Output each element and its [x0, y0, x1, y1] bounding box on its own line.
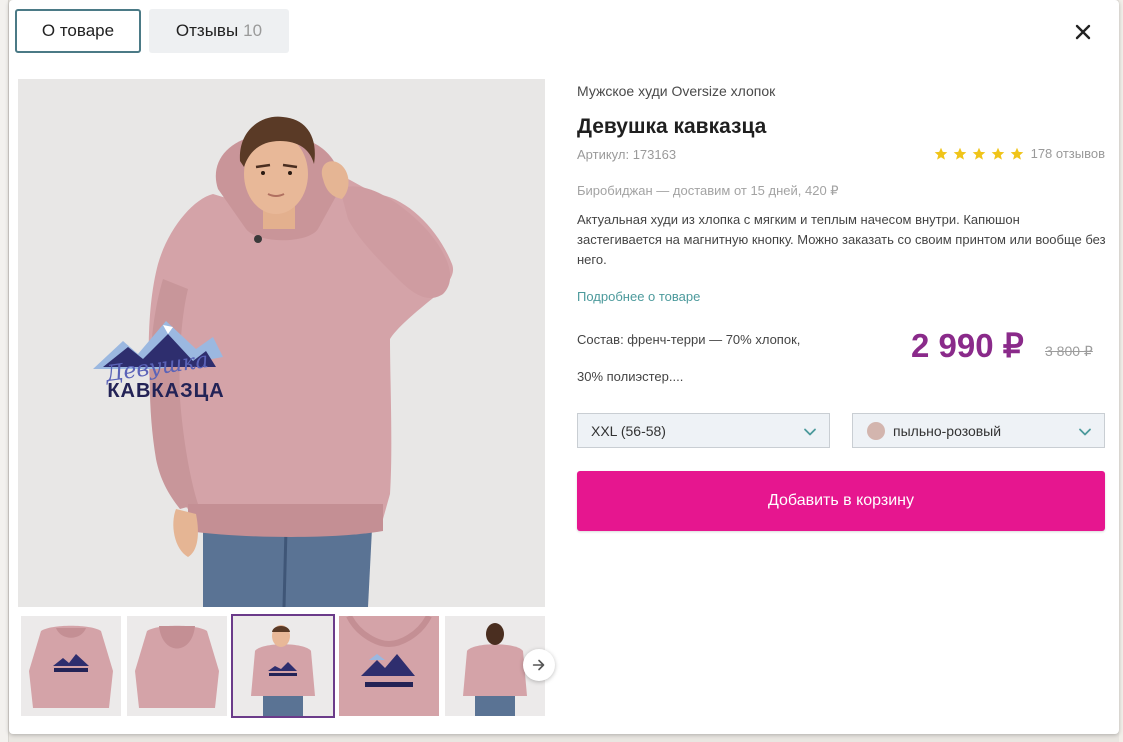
product-title: Девушка кавказца [577, 115, 767, 138]
product-category: Мужское худи Oversize хлопок [577, 83, 776, 99]
product-sku: Артикул: 173163 [577, 147, 677, 162]
product-modal: О товаре Отзывы 10 Девушка КАВКАЗЦА Мужс… [9, 0, 1119, 734]
tab-reviews[interactable]: Отзывы 10 [149, 9, 289, 53]
composition-line-2: 30% полиэстер.... [577, 369, 684, 384]
arrow-right-icon [532, 659, 545, 671]
close-button[interactable] [1073, 22, 1093, 42]
thumbnail-model[interactable] [231, 614, 335, 718]
color-select-value: пыльно-розовый [893, 422, 1002, 439]
tab-reviews-count: 10 [243, 21, 263, 40]
thumbnail-model-image [233, 616, 333, 716]
size-select[interactable]: XXL (56-58) [577, 413, 830, 448]
old-price: 3 800 ₽ [1045, 343, 1093, 359]
star-icon [934, 147, 948, 161]
thumbnail-back[interactable] [127, 616, 227, 716]
star-icon [991, 147, 1005, 161]
tab-reviews-label: Отзывы [175, 21, 239, 40]
thumbnail-front[interactable] [21, 616, 121, 716]
current-price: 2 990 ₽ [911, 327, 1024, 364]
reviews-count-link[interactable]: 178 отзывов [1031, 146, 1105, 161]
thumbnail-back-image [127, 616, 227, 716]
star-icon [972, 147, 986, 161]
background-right-edge [1119, 0, 1123, 742]
hoodie-model-photo: Девушка КАВКАЗЦА [18, 79, 545, 607]
thumbnails-next-button[interactable] [523, 649, 555, 681]
color-select[interactable]: пыльно-розовый [852, 413, 1105, 448]
background-page-strip [0, 0, 9, 742]
star-icon [1010, 147, 1024, 161]
product-rating[interactable]: 178 отзывов [934, 146, 1105, 161]
thumbnail-print-closeup-image [339, 616, 439, 716]
main-product-image[interactable]: Девушка КАВКАЗЦА [18, 79, 545, 607]
composition-line-1: Состав: френч-терри — 70% хлопок, [577, 332, 801, 347]
product-description: Актуальная худи из хлопка с мягким и теп… [577, 212, 1106, 267]
chevron-down-icon [1078, 425, 1092, 439]
close-icon [1075, 24, 1091, 40]
hoodie-print-line2: КАВКАЗЦА [107, 380, 224, 402]
star-icon [953, 147, 967, 161]
thumbnail-print-closeup[interactable] [339, 616, 439, 716]
more-about-product-link[interactable]: Подробнее о товаре [577, 289, 700, 304]
thumbnail-strip [21, 614, 555, 719]
color-swatch [867, 421, 885, 440]
tab-about-label: О товаре [41, 21, 115, 40]
thumbnail-front-image [21, 616, 121, 716]
delivery-info: Биробиджан — доставим от 15 дней, 420 ₽ [577, 183, 839, 198]
add-to-cart-button[interactable]: Добавить в корзину [577, 471, 1105, 531]
chevron-down-icon [803, 425, 817, 439]
size-select-value: XXL (56-58) [591, 422, 666, 439]
tab-about-product[interactable]: О товаре [15, 9, 141, 53]
